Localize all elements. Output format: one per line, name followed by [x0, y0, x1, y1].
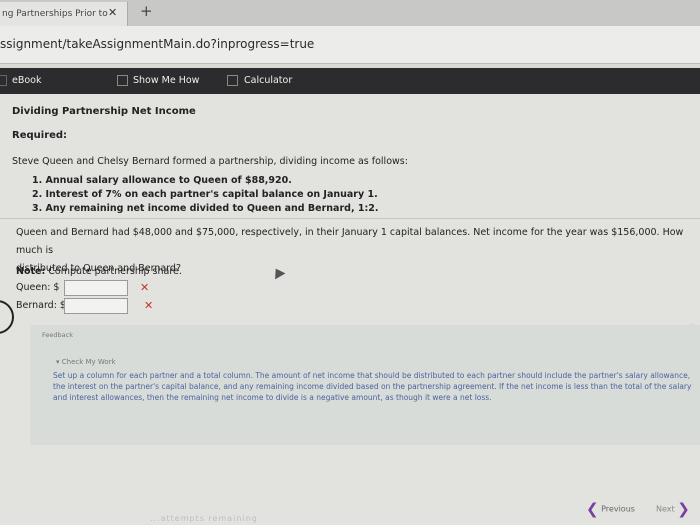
required-heading: Required: [12, 130, 68, 141]
incorrect-icon: ✕ [144, 299, 154, 312]
chevron-right-icon: ❯ [677, 500, 690, 518]
calculator-icon [227, 75, 238, 86]
note-text: Compute partnership share. [48, 266, 182, 277]
problem-content: Dividing Partnership Net Income Required… [0, 94, 700, 525]
browser-tab[interactable]: ng Partnerships Prior to ✕ [0, 2, 128, 26]
divider [0, 218, 700, 219]
note: Note: Compute partnership share. [16, 266, 182, 277]
list-item: 2. Interest of 7% on each partner's capi… [32, 189, 378, 200]
new-tab-button[interactable]: + [140, 2, 153, 20]
chevron-left-icon: ❮ [586, 500, 599, 518]
close-icon[interactable]: ✕ [108, 6, 117, 19]
incorrect-icon: ✕ [140, 281, 150, 294]
ebook-button[interactable]: eBook [12, 75, 42, 86]
attempts-text: ...attempts remaining [150, 514, 258, 523]
url-text[interactable]: ssignment/takeAssignmentMain.do?inprogre… [0, 37, 314, 51]
queen-input[interactable] [64, 280, 128, 296]
feedback-text: Set up a column for each partner and a t… [53, 371, 692, 402]
ebook-icon [0, 75, 7, 86]
feedback-panel: Feedback ▾ Check My Work Set up a column… [30, 325, 700, 445]
address-bar[interactable]: ssignment/takeAssignmentMain.do?inprogre… [0, 26, 700, 64]
previous-button[interactable]: ❮ Previous [586, 500, 635, 518]
next-label: Next [656, 504, 675, 514]
question-line: Queen and Bernard had $48,000 and $75,00… [16, 227, 684, 256]
browser-tab-bar: ng Partnerships Prior to ✕ + [0, 0, 700, 26]
circle-icon [0, 300, 14, 334]
show-me-how-button[interactable]: Show Me How [133, 75, 199, 86]
check-my-work-toggle[interactable]: ▾ Check My Work [56, 358, 116, 366]
list-item: 1. Annual salary allowance to Queen of $… [32, 175, 292, 186]
problem-title: Dividing Partnership Net Income [12, 106, 196, 117]
note-label: Note: [16, 266, 46, 277]
problem-intro: Steve Queen and Chelsy Bernard formed a … [12, 156, 408, 167]
show-me-how-icon [117, 75, 128, 86]
tab-title: ng Partnerships Prior to [2, 9, 108, 19]
feedback-label: Feedback [42, 331, 73, 339]
queen-label: Queen: $ [16, 282, 60, 293]
previous-label: Previous [601, 504, 635, 514]
bernard-label: Bernard: $ [16, 300, 66, 311]
bernard-input[interactable] [64, 298, 128, 314]
calculator-button[interactable]: Calculator [244, 75, 292, 86]
assignment-toolbar: eBook Show Me How Calculator [0, 68, 700, 94]
income-terms-list: 1. Annual salary allowance to Queen of $… [32, 174, 379, 216]
next-button[interactable]: Next ❯ [656, 500, 690, 518]
list-item: 3. Any remaining net income divided to Q… [32, 203, 379, 214]
